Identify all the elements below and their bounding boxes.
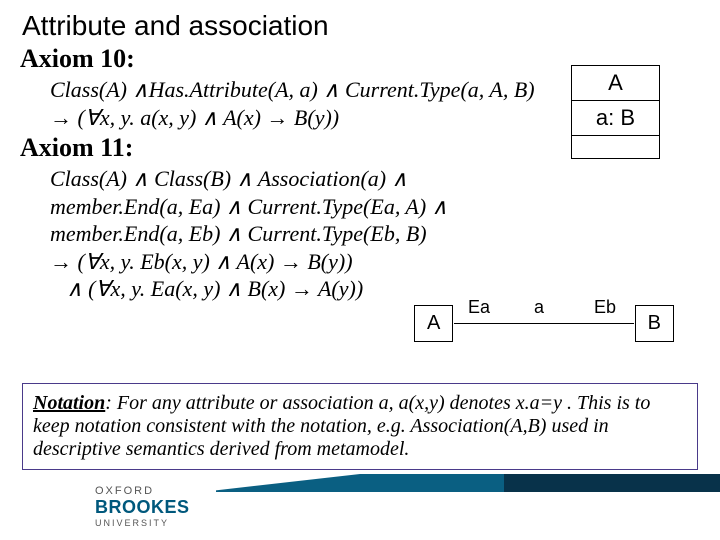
notation-text: Notation: For any attribute or associati… [33, 392, 650, 460]
assoc-class-b: B [635, 305, 674, 342]
class-box-attr: a: B [571, 101, 659, 136]
class-box-table: A a: B [571, 65, 660, 159]
axiom11-line3: member.End(a, Eb) ∧ Current.Type(Eb, B) [50, 220, 720, 248]
axiom11-line1: Class(A) ∧ Class(B) ∧ Association(a) ∧ [50, 165, 720, 193]
notation-box: Notation: For any attribute or associati… [22, 383, 698, 470]
axiom11-line4: → (∀x, y. Eb(x, y) ∧ A(x) → B(y)) [50, 248, 720, 276]
logo-line3: UNIVERSITY [95, 518, 190, 528]
slide-title: Attribute and association [0, 0, 720, 42]
class-box-name: A [571, 66, 659, 101]
assoc-a-label: a [534, 297, 544, 318]
assoc-class-a: A [414, 305, 453, 342]
logo-line2: BROOKES [95, 497, 190, 518]
assoc-ea-label: Ea [468, 297, 490, 318]
brookes-logo: OXFORD BROOKES UNIVERSITY [95, 485, 190, 528]
axiom11-line2: member.End(a, Ea) ∧ Current.Type(Ea, A) … [50, 193, 720, 221]
association-diagram: A B Ea a Eb [414, 297, 674, 347]
assoc-line [454, 323, 634, 324]
slide: Attribute and association Axiom 10: Clas… [0, 0, 720, 540]
class-box-empty [571, 136, 659, 159]
assoc-eb-label: Eb [594, 297, 616, 318]
logo-line1: OXFORD [95, 485, 190, 497]
